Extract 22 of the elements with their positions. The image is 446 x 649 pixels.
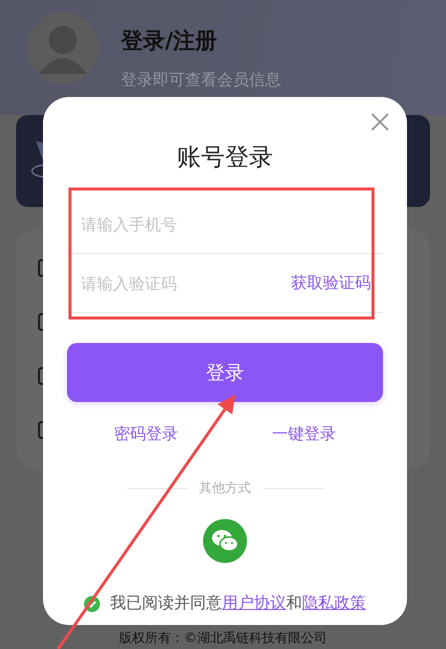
avatar-icon bbox=[27, 12, 99, 84]
menu-icon bbox=[38, 367, 43, 385]
login-title[interactable]: 登录/注册 bbox=[121, 26, 281, 56]
copyright-text: 版权所有：©湖北禹链科技有限公司 bbox=[119, 630, 327, 648]
phone-field[interactable]: 请输入手机号 bbox=[67, 204, 383, 244]
privacy-link[interactable]: 隐私政策 bbox=[302, 593, 366, 612]
wechat-button[interactable] bbox=[203, 519, 247, 563]
get-code-button[interactable]: 获取验证码 bbox=[291, 272, 383, 294]
login-option-link[interactable]: 密码登录 bbox=[114, 424, 178, 445]
code-field[interactable]: 请输入验证码 bbox=[67, 263, 291, 303]
terms-link[interactable]: 用户协议 bbox=[222, 593, 286, 612]
close-button[interactable] bbox=[369, 111, 391, 133]
agreement-text: 我已阅读并同意用户协议和隐私政策 bbox=[110, 593, 366, 614]
dialog-title: 账号登录 bbox=[177, 142, 273, 173]
login-option-link[interactable]: 一键登录 bbox=[272, 424, 336, 445]
menu-icon bbox=[38, 421, 43, 439]
menu-icon bbox=[38, 313, 43, 331]
menu-icon bbox=[38, 259, 43, 277]
login-button[interactable]: 登录 bbox=[67, 343, 383, 402]
divider-label: 其他方式 bbox=[199, 480, 251, 497]
subtitle: 登录即可查看会员信息 bbox=[121, 70, 281, 91]
checkbox[interactable] bbox=[84, 596, 100, 612]
